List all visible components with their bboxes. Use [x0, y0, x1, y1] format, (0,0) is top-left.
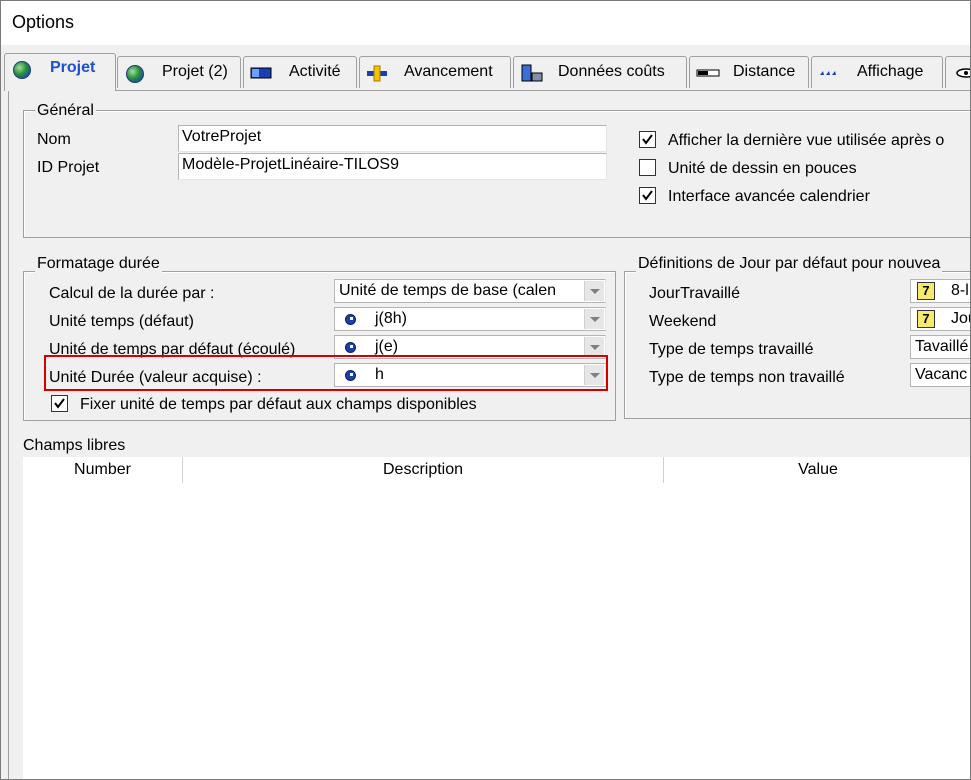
- tab-avancement[interactable]: Avancement: [359, 56, 511, 88]
- default-time-unit-label: Unité temps (défaut): [49, 313, 194, 330]
- column-header-description[interactable]: Description: [183, 457, 664, 483]
- workday-value: 8-l: [951, 282, 969, 299]
- default-time-unit-value: j(8h): [375, 310, 408, 327]
- duration-calc-select[interactable]: Unité de temps de base (calen: [334, 279, 606, 303]
- worked-time-type-value: Tavaillé: [915, 338, 969, 355]
- window-title: Options: [12, 12, 75, 32]
- advanced-calendar-label: Interface avancée calendrier: [668, 188, 870, 205]
- name-field[interactable]: VotreProjet: [178, 125, 607, 152]
- chevron-down-icon[interactable]: [584, 337, 604, 357]
- options-window: Options Projet Projet (2) Activité Avanc…: [0, 0, 971, 780]
- tab-label: Activité: [289, 63, 341, 80]
- title-bar: Options: [1, 1, 970, 45]
- tab-donnees-couts[interactable]: Données coûts: [513, 56, 687, 88]
- name-label: Nom: [37, 131, 71, 148]
- tab-projet[interactable]: Projet: [4, 53, 116, 91]
- show-last-view-checkbox[interactable]: [639, 131, 656, 148]
- duration-format-legend: Formatage durée: [35, 255, 162, 273]
- tab-label: Projet: [50, 59, 96, 76]
- globe-icon: [124, 64, 146, 83]
- column-header-number[interactable]: Number: [23, 457, 183, 483]
- default-time-unit-select[interactable]: j(8h): [334, 307, 606, 331]
- eye-icon: [952, 64, 970, 82]
- fix-default-unit-label: Fixer unité de temps par défaut aux cham…: [80, 396, 477, 413]
- chevron-down-icon[interactable]: [584, 309, 604, 329]
- weekend-label: Weekend: [649, 313, 717, 330]
- project-id-field[interactable]: Modèle-ProjetLinéaire-TILOS9: [178, 153, 607, 180]
- drawing-unit-inches-checkbox[interactable]: [639, 159, 656, 176]
- show-last-view-label: Afficher la dernière vue utilisée après …: [668, 132, 945, 149]
- advanced-calendar-checkbox[interactable]: [639, 187, 656, 204]
- tab-affichage[interactable]: Affichage: [811, 56, 943, 88]
- tab-label: Distance: [733, 63, 796, 80]
- tab-activite[interactable]: Activité: [243, 56, 357, 88]
- cost-data-icon: [520, 64, 543, 82]
- calendar-icon: 7: [917, 310, 935, 328]
- fix-default-unit-checkbox[interactable]: [51, 395, 68, 412]
- worked-time-type-label: Type de temps travaillé: [649, 341, 814, 358]
- weekend-value: Jou: [951, 310, 970, 327]
- tab-label: Avancement: [404, 63, 493, 80]
- workday-select[interactable]: 7 8-l: [910, 279, 970, 303]
- weekend-select[interactable]: 7 Jou: [910, 307, 970, 331]
- tab-projet-2[interactable]: Projet (2): [117, 56, 241, 88]
- duration-calc-value: Unité de temps de base (calen: [339, 282, 557, 299]
- clock-icon: [345, 342, 356, 353]
- progress-icon: [366, 64, 388, 82]
- calendar-icon: 7: [917, 282, 935, 300]
- tab-label: Données coûts: [558, 63, 665, 80]
- display-icon: [818, 64, 840, 82]
- free-fields-title: Champs libres: [23, 437, 126, 454]
- general-legend: Général: [35, 102, 96, 120]
- non-worked-time-type-label: Type de temps non travaillé: [649, 369, 845, 386]
- clock-icon: [345, 314, 356, 325]
- workday-label: JourTravaillé: [649, 285, 740, 302]
- column-header-value[interactable]: Value: [664, 457, 970, 483]
- day-definitions-legend: Définitions de Jour par défaut pour nouv…: [636, 255, 943, 273]
- tab-distance[interactable]: Distance: [689, 56, 809, 88]
- tab-strip: Projet Projet (2) Activité Avancement Do…: [1, 53, 970, 91]
- free-fields-header: Number Description Value: [23, 457, 970, 484]
- tab-label: Projet (2): [162, 63, 228, 80]
- activity-bar-icon: [250, 64, 272, 82]
- non-worked-time-type-select[interactable]: Vacanc: [910, 363, 970, 387]
- worked-time-type-select[interactable]: Tavaillé: [910, 335, 970, 359]
- drawing-unit-inches-label: Unité de dessin en pouces: [668, 160, 857, 177]
- chevron-down-icon[interactable]: [584, 281, 604, 301]
- globe-icon: [11, 60, 33, 79]
- free-fields-grid[interactable]: [23, 483, 970, 779]
- non-worked-time-type-value: Vacanc: [915, 366, 968, 383]
- elapsed-time-unit-value: j(e): [375, 338, 399, 355]
- project-id-label: ID Projet: [37, 159, 100, 176]
- duration-calc-label: Calcul de la durée par :: [49, 285, 215, 302]
- tab-label: Affichage: [857, 63, 924, 80]
- highlight-box: [44, 355, 608, 391]
- distance-icon: [696, 64, 720, 82]
- tab-more[interactable]: [945, 56, 970, 88]
